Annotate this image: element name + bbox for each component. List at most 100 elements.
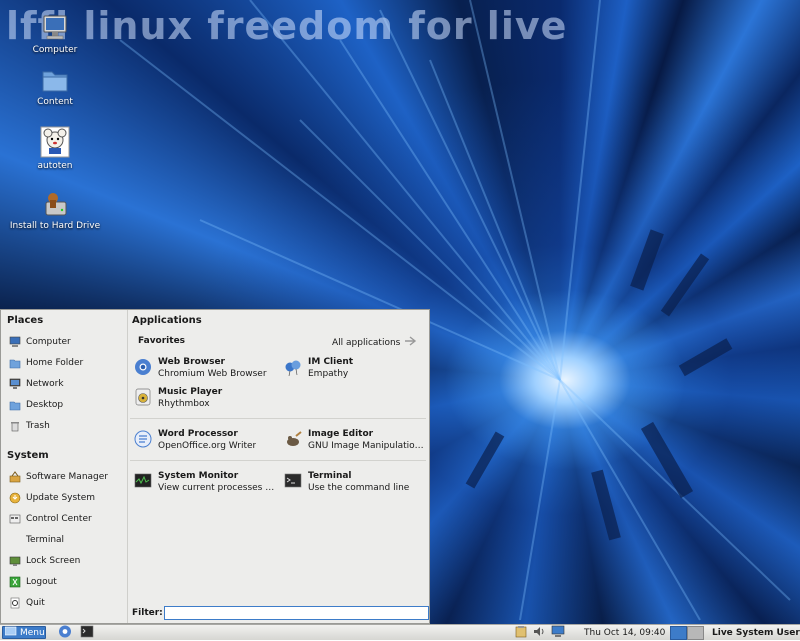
system-item-lock-screen[interactable]: Lock Screen <box>9 553 80 569</box>
terminal-small-icon <box>9 534 21 546</box>
folder-icon <box>40 66 70 94</box>
menu-separator <box>130 418 426 419</box>
workspace-1[interactable] <box>670 625 687 640</box>
app-name: Image Editor <box>308 429 374 439</box>
logout-icon <box>9 576 21 588</box>
app-terminal[interactable]: Terminal Use the command line <box>284 470 429 494</box>
app-description: Empathy <box>308 369 349 379</box>
taskbar-launcher-terminal[interactable] <box>80 625 94 641</box>
filter-label: Filter: <box>132 608 163 618</box>
app-name: Terminal <box>308 471 352 481</box>
desktop-icon-computer[interactable]: Computer <box>7 14 103 55</box>
app-image-editor[interactable]: Image Editor GNU Image Manipulation ... <box>284 428 429 452</box>
system-item-label: Terminal <box>26 535 65 545</box>
places-item-label: Trash <box>26 421 50 431</box>
system-item-label: Lock Screen <box>26 556 81 566</box>
system-item-label: Logout <box>26 577 57 587</box>
app-word-processor[interactable]: Word Processor OpenOffice.org Writer <box>134 428 279 452</box>
places-item-desktop[interactable]: Desktop <box>9 397 63 413</box>
app-name: Music Player <box>158 387 223 397</box>
trash-icon <box>9 420 21 432</box>
clock[interactable]: Thu Oct 14, 09:40 <box>584 626 665 639</box>
system-item-label: Control Center <box>26 514 92 524</box>
terminal-icon <box>284 472 302 490</box>
chromium-icon <box>134 358 152 376</box>
taskbar: Menu Thu Oct 14, 09:40 Live System User <box>0 624 800 640</box>
clipboard-icon[interactable] <box>515 625 527 641</box>
user-name[interactable]: Live System User <box>712 626 800 639</box>
installer-icon <box>40 190 70 218</box>
lock-screen-icon <box>9 555 21 567</box>
places-item-computer[interactable]: Computer <box>9 334 71 350</box>
desktop-icon-label: Computer <box>32 45 78 55</box>
places-item-label: Home Folder <box>26 358 84 368</box>
system-item-control-center[interactable]: Control Center <box>9 511 92 527</box>
app-description: Chromium Web Browser <box>158 369 267 379</box>
terminal-launcher-icon <box>80 625 94 641</box>
network-tray-icon[interactable] <box>551 625 565 641</box>
chromium-launcher-icon <box>58 625 72 641</box>
quit-icon <box>9 597 21 609</box>
menu-left-column: Places Computer Home Folder Network Desk… <box>1 310 128 623</box>
app-name: IM Client <box>308 357 354 367</box>
favorites-label: Favorites <box>138 336 186 346</box>
places-item-label: Network <box>26 379 64 389</box>
network-icon <box>9 378 21 390</box>
places-item-label: Desktop <box>26 400 64 410</box>
menu-button[interactable]: Menu <box>2 626 46 639</box>
rhythmbox-icon <box>134 388 152 406</box>
volume-icon[interactable] <box>533 625 545 641</box>
desktop-icon-label: Content <box>37 97 73 107</box>
places-item-network[interactable]: Network <box>9 376 64 392</box>
menu-logo-icon <box>4 626 17 639</box>
workspace-2[interactable] <box>687 625 704 640</box>
computer-small-icon <box>9 336 21 348</box>
system-tray <box>515 625 565 641</box>
filter-input[interactable] <box>164 606 429 620</box>
desktop-icon-content[interactable]: Content <box>7 66 103 107</box>
gimp-icon <box>284 430 302 448</box>
menu-button-label: Menu <box>20 627 45 638</box>
all-applications-button[interactable]: All applications <box>332 336 418 349</box>
taskbar-launcher-browser[interactable] <box>58 625 72 641</box>
app-description: Use the command line <box>308 483 410 493</box>
desktop-icon-label: autoten <box>37 161 73 171</box>
places-item-home-folder[interactable]: Home Folder <box>9 355 83 371</box>
menu-separator <box>130 460 426 461</box>
autoten-icon <box>40 126 70 158</box>
system-item-update-system[interactable]: Update System <box>9 490 95 506</box>
app-name: Word Processor <box>158 429 238 439</box>
workspace-switcher[interactable] <box>670 625 704 640</box>
app-system-monitor[interactable]: System Monitor View current processes a..… <box>134 470 279 494</box>
system-item-terminal[interactable]: Terminal <box>9 532 64 548</box>
app-name: Web Browser <box>158 357 225 367</box>
system-item-logout[interactable]: Logout <box>9 574 57 590</box>
app-music-player[interactable]: Music Player Rhythmbox <box>134 386 279 410</box>
software-manager-icon <box>9 471 21 483</box>
desktop-icon-label: Install to Hard Drive <box>9 221 101 231</box>
desktop-folder-icon <box>9 399 21 411</box>
control-center-icon <box>9 513 21 525</box>
app-description: OpenOffice.org Writer <box>158 441 257 451</box>
app-name: System Monitor <box>158 471 239 481</box>
empathy-icon <box>284 358 302 377</box>
applications-heading: Applications <box>132 315 202 326</box>
home-folder-icon <box>9 357 21 369</box>
system-item-quit[interactable]: Quit <box>9 595 45 611</box>
app-description: GNU Image Manipulation ... <box>308 441 426 451</box>
all-applications-label: All applications <box>332 337 401 348</box>
app-web-browser[interactable]: Web Browser Chromium Web Browser <box>134 356 279 380</box>
app-description: View current processes a... <box>158 483 276 493</box>
system-item-label: Quit <box>26 598 45 608</box>
update-icon <box>9 492 21 504</box>
places-item-trash[interactable]: Trash <box>9 418 50 434</box>
system-item-software-manager[interactable]: Software Manager <box>9 469 108 485</box>
system-item-label: Software Manager <box>26 472 108 482</box>
desktop-icon-install[interactable]: Install to Hard Drive <box>7 190 103 231</box>
app-im-client[interactable]: IM Client Empathy <box>284 356 429 380</box>
main-menu: Places Computer Home Folder Network Desk… <box>0 309 430 624</box>
places-item-label: Computer <box>26 337 71 347</box>
computer-icon <box>40 14 70 42</box>
writer-icon <box>134 430 152 448</box>
desktop-icon-autoten[interactable]: autoten <box>7 126 103 171</box>
